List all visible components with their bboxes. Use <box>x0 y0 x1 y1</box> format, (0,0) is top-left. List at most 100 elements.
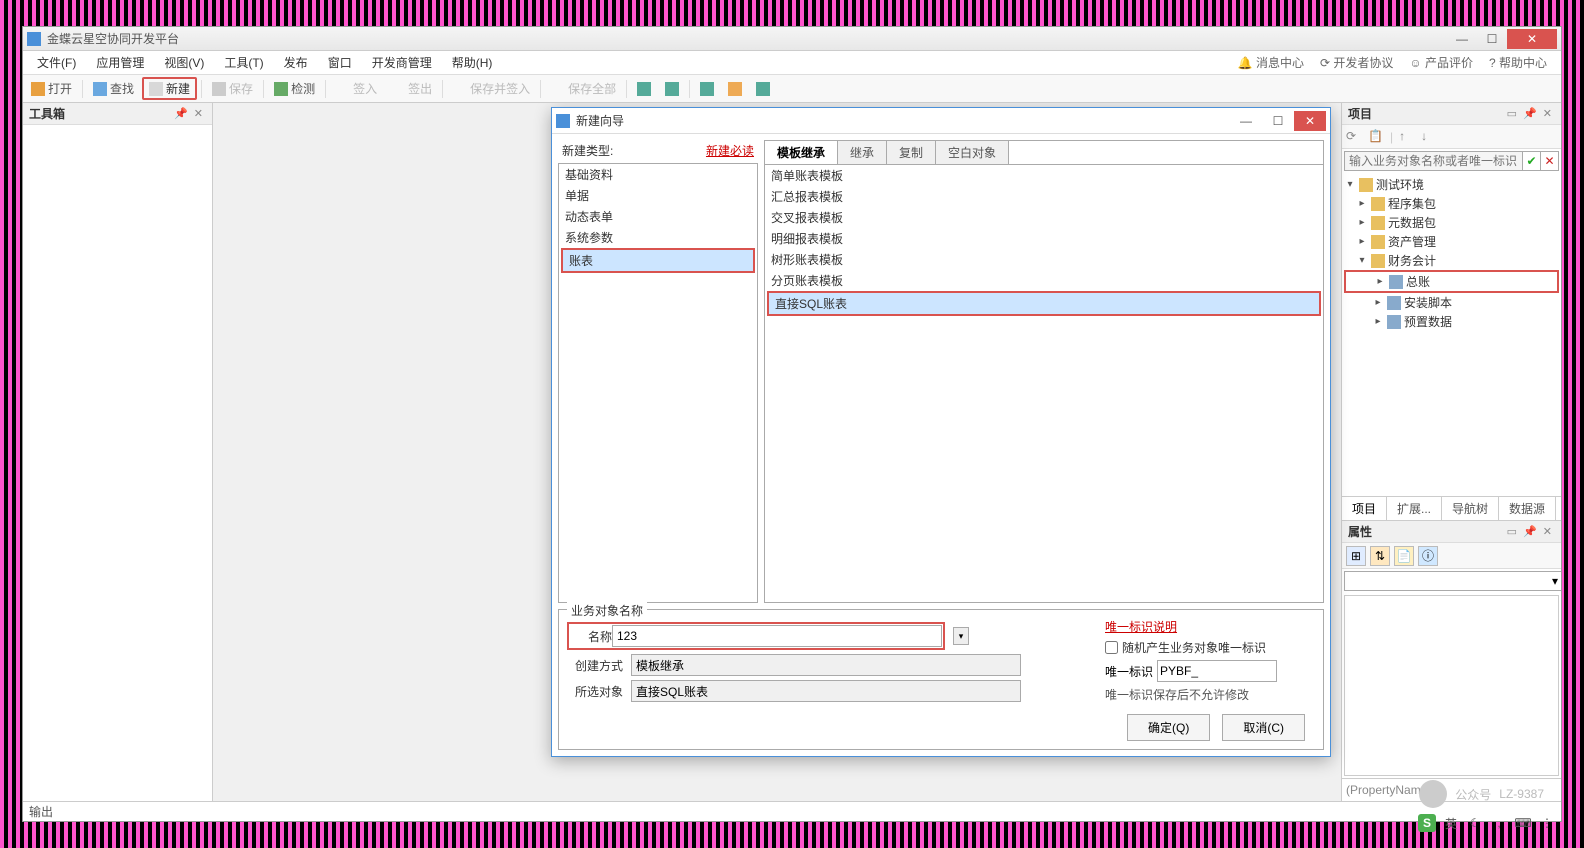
tool-extra-4[interactable] <box>722 80 748 98</box>
tree-node[interactable]: ▾财务会计 <box>1344 251 1559 270</box>
tab-copy[interactable]: 复制 <box>887 141 936 164</box>
project-float-icon[interactable]: ▭ <box>1504 107 1520 120</box>
menu-file[interactable]: 文件(F) <box>27 52 86 73</box>
template-item[interactable]: 明细报表模板 <box>765 228 1323 249</box>
props-pin-icon[interactable]: 📌 <box>1520 525 1540 538</box>
ime-punct-icon[interactable]: , <box>1490 814 1508 832</box>
tool-extra-2[interactable] <box>659 80 685 98</box>
toolbox-title: 工具箱 <box>29 105 171 122</box>
tree-node[interactable]: ▸预置数据 <box>1344 312 1559 331</box>
link-dev-agreement[interactable]: ⟳ 开发者协议 <box>1320 54 1393 71</box>
menu-window[interactable]: 窗口 <box>318 52 362 73</box>
copy-icon[interactable]: 📋 <box>1368 129 1384 145</box>
project-tree[interactable]: ▾测试环境▸程序集包▸元数据包▸资产管理▾财务会计▸总账▸安装脚本▸预置数据 <box>1342 173 1561 496</box>
props-selector[interactable]: ▾ <box>1344 571 1561 591</box>
tab-template-inherit[interactable]: 模板继承 <box>765 141 838 164</box>
props-cat-icon[interactable]: ⊞ <box>1346 546 1366 566</box>
tree-node[interactable]: ▸元数据包 <box>1344 213 1559 232</box>
link-messages[interactable]: 🔔 消息中心 <box>1238 54 1304 71</box>
props-close-icon[interactable]: ✕ <box>1540 525 1555 538</box>
maximize-button[interactable]: ☐ <box>1477 29 1507 49</box>
tree-node[interactable]: ▸程序集包 <box>1344 194 1559 213</box>
new-type-label: 新建类型: <box>562 142 706 159</box>
menu-devmgr[interactable]: 开发商管理 <box>362 52 442 73</box>
menu-help[interactable]: 帮助(H) <box>442 52 503 73</box>
ime-more-icon[interactable]: ⋮ <box>1538 814 1556 832</box>
link-rating[interactable]: ☺ 产品评价 <box>1409 54 1473 71</box>
refresh-icon[interactable]: ⟳ <box>1346 129 1362 145</box>
ime-logo-icon: S <box>1418 814 1436 832</box>
new-readme-link[interactable]: 新建必读 <box>706 142 754 159</box>
tool-extra-1[interactable] <box>631 80 657 98</box>
type-item-selected[interactable]: 账表 <box>561 248 755 273</box>
ime-moon-icon[interactable]: ☾ <box>1466 814 1484 832</box>
tree-node[interactable]: ▾测试环境 <box>1344 175 1559 194</box>
type-item[interactable]: 系统参数 <box>559 227 757 248</box>
tree-node[interactable]: ▸总账 <box>1344 270 1559 293</box>
menu-tools[interactable]: 工具(T) <box>214 52 273 73</box>
menu-view[interactable]: 视图(V) <box>154 52 214 73</box>
group-title: 业务对象名称 <box>567 602 647 619</box>
dialog-max-button[interactable]: ☐ <box>1262 111 1294 131</box>
menu-app[interactable]: 应用管理 <box>86 52 154 73</box>
minimize-button[interactable]: — <box>1447 29 1477 49</box>
toolbox-pin-icon[interactable]: 📌 <box>171 107 191 120</box>
tool-check[interactable]: 检测 <box>268 78 321 99</box>
template-item[interactable]: 树形账表模板 <box>765 249 1323 270</box>
tree-node[interactable]: ▸安装脚本 <box>1344 293 1559 312</box>
tab-datasource[interactable]: 数据源 <box>1499 497 1556 520</box>
tool-extra-5[interactable] <box>750 80 776 98</box>
props-info-icon[interactable]: ⓘ <box>1418 546 1438 566</box>
close-button[interactable]: ✕ <box>1507 29 1557 49</box>
template-item-selected[interactable]: 直接SQL账表 <box>767 291 1321 316</box>
down-icon[interactable]: ↓ <box>1421 129 1437 145</box>
template-item[interactable]: 交叉报表模板 <box>765 207 1323 228</box>
template-list[interactable]: 简单账表模板 汇总报表模板 交叉报表模板 明细报表模板 树形账表模板 分页账表模… <box>764 164 1324 603</box>
project-search-input[interactable] <box>1345 152 1522 170</box>
cancel-button[interactable]: 取消(C) <box>1222 714 1305 741</box>
unique-id-label: 唯一标识 <box>1105 663 1153 680</box>
tool-find[interactable]: 查找 <box>87 78 140 99</box>
ok-button[interactable]: 确定(Q) <box>1127 714 1210 741</box>
menu-publish[interactable]: 发布 <box>274 52 318 73</box>
name-dropdown-icon[interactable]: ▾ <box>953 627 969 645</box>
id-info-link[interactable]: 唯一标识说明 <box>1105 620 1177 634</box>
project-close-icon[interactable]: ✕ <box>1540 107 1555 120</box>
template-item[interactable]: 分页账表模板 <box>765 270 1323 291</box>
type-item[interactable]: 动态表单 <box>559 206 757 227</box>
template-item[interactable]: 汇总报表模板 <box>765 186 1323 207</box>
tool-extra-3[interactable] <box>694 80 720 98</box>
name-input[interactable] <box>612 625 942 647</box>
template-tabs: 模板继承 继承 复制 空白对象 <box>764 140 1324 164</box>
tab-ext[interactable]: 扩展... <box>1387 497 1442 520</box>
search-ok-icon[interactable]: ✔ <box>1522 152 1540 170</box>
tab-inherit[interactable]: 继承 <box>838 141 887 164</box>
search-clear-icon[interactable]: ✕ <box>1540 152 1558 170</box>
unique-id-input[interactable] <box>1157 660 1277 682</box>
new-type-list[interactable]: 基础资料 单据 动态表单 系统参数 账表 <box>558 163 758 603</box>
props-page-icon[interactable]: 📄 <box>1394 546 1414 566</box>
tool-open[interactable]: 打开 <box>25 78 78 99</box>
random-id-checkbox[interactable] <box>1105 641 1118 654</box>
dialog-close-button[interactable]: ✕ <box>1294 111 1326 131</box>
tab-project[interactable]: 项目 <box>1342 497 1387 520</box>
type-item[interactable]: 单据 <box>559 185 757 206</box>
up-icon[interactable]: ↑ <box>1399 129 1415 145</box>
props-float-icon[interactable]: ▭ <box>1504 525 1520 538</box>
tree-node[interactable]: ▸资产管理 <box>1344 232 1559 251</box>
toolbox-close-icon[interactable]: ✕ <box>191 107 206 120</box>
link-help[interactable]: ? 帮助中心 <box>1489 54 1547 71</box>
props-name-label: (PropertyName) <box>1342 778 1561 801</box>
tool-new[interactable]: 新建 <box>142 77 197 100</box>
template-item[interactable]: 简单账表模板 <box>765 165 1323 186</box>
tab-nav[interactable]: 导航树 <box>1442 497 1499 520</box>
ime-kbd-icon[interactable]: ⌨ <box>1514 814 1532 832</box>
tab-blank[interactable]: 空白对象 <box>936 141 1009 164</box>
project-pin-icon[interactable]: 📌 <box>1520 107 1540 120</box>
type-item[interactable]: 基础资料 <box>559 164 757 185</box>
dialog-min-button[interactable]: — <box>1230 111 1262 131</box>
selected-obj-field <box>631 680 1021 702</box>
selected-obj-label: 所选对象 <box>567 683 623 700</box>
ime-lang[interactable]: 英 <box>1442 814 1460 832</box>
props-sort-icon[interactable]: ⇅ <box>1370 546 1390 566</box>
